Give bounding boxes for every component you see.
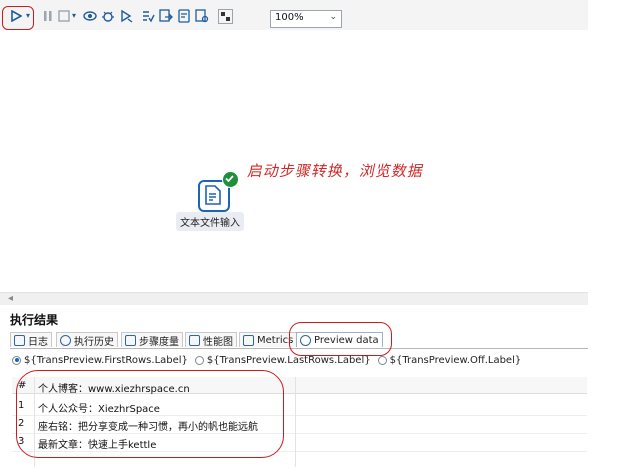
column-divider — [295, 377, 296, 467]
radio-button[interactable] — [377, 355, 387, 365]
list-icon — [125, 334, 136, 346]
zoom-value: 100% — [275, 12, 304, 23]
preview-mode-options: ${TransPreview.FirstRows.Label} ${TransP… — [12, 352, 587, 368]
clock-icon — [60, 334, 71, 346]
radio-off-label: ${TransPreview.Off.Label} — [389, 354, 522, 366]
pause-icon[interactable] — [40, 9, 56, 23]
scroll-left-icon[interactable]: ◂ — [8, 293, 13, 304]
radio-first-rows-label: ${TransPreview.FirstRows.Label} — [24, 354, 188, 366]
radio-button[interactable] — [194, 355, 204, 365]
tab-performance-label: 性能图 — [203, 336, 233, 348]
run-dropdown-icon[interactable]: ▾ — [24, 9, 32, 23]
radio-first-rows[interactable]: ${TransPreview.FirstRows.Label} — [12, 355, 188, 366]
log-icon — [14, 334, 25, 346]
verify-icon[interactable] — [140, 9, 156, 23]
replay-icon[interactable] — [118, 9, 134, 23]
horizontal-scrollbar[interactable]: ◂ — [0, 292, 588, 305]
tab-log[interactable]: 日志 — [10, 332, 52, 348]
step-label: 文本文件输入 — [176, 212, 244, 231]
metrics-icon — [243, 334, 254, 346]
toolbar: ▾ ▾ 100% ⌄ — [0, 0, 588, 31]
radio-last-rows[interactable]: ${TransPreview.LastRows.Label} — [194, 354, 371, 366]
annotation-note: 启动步骤转换，浏览数据 — [245, 162, 426, 180]
run-icon[interactable] — [8, 9, 24, 23]
radio-last-rows-label: ${TransPreview.LastRows.Label} — [206, 354, 371, 366]
sql-icon[interactable] — [176, 9, 192, 23]
stop-dropdown-icon[interactable]: ▾ — [70, 9, 78, 23]
tab-history-label: 执行历史 — [74, 336, 114, 348]
radio-off[interactable]: ${TransPreview.Off.Label} — [377, 354, 522, 366]
tab-step-metrics[interactable]: 步骤度量 — [121, 332, 183, 348]
data-highlight-outline — [16, 370, 284, 458]
chevron-down-icon: ⌄ — [329, 12, 337, 22]
chart-icon — [189, 334, 200, 346]
preview-icon[interactable] — [82, 9, 98, 23]
preview-tab-highlight-outline — [289, 322, 392, 356]
grid-toggle-icon[interactable] — [218, 9, 233, 24]
radio-button[interactable] — [12, 355, 21, 365]
tab-step-metrics-label: 步骤度量 — [139, 336, 179, 348]
tab-performance[interactable]: 性能图 — [185, 332, 237, 348]
results-title: 执行结果 — [10, 313, 59, 327]
debug-icon[interactable] — [100, 9, 116, 23]
tab-log-label: 日志 — [28, 336, 48, 348]
success-check-icon — [222, 171, 239, 188]
tab-metrics-label: Metrics — [257, 334, 294, 346]
zoom-select[interactable]: 100% ⌄ — [270, 10, 342, 28]
impact-icon[interactable] — [158, 9, 174, 23]
tab-history[interactable]: 执行历史 — [56, 332, 118, 348]
explore-db-icon[interactable] — [194, 9, 210, 23]
